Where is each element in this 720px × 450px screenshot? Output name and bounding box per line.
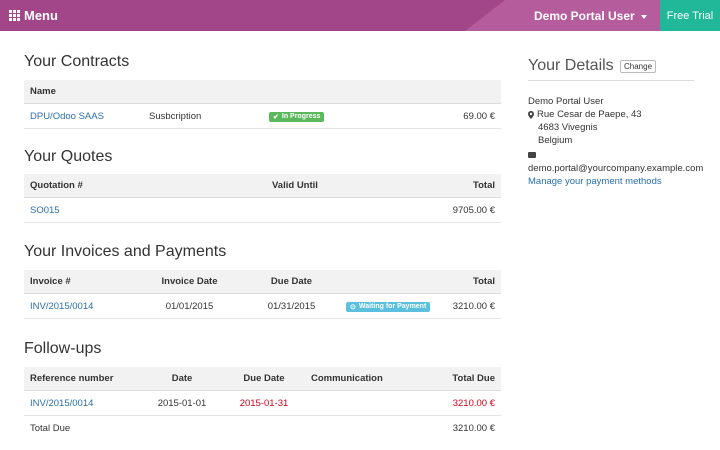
details-title: Your Details <box>528 57 614 74</box>
quote-link[interactable]: SO015 <box>30 205 60 216</box>
details-name: Demo Portal User <box>528 96 604 107</box>
table-row: INV/2015/0014 01/01/2015 01/31/2015 ⊙ Wa… <box>24 293 501 319</box>
user-name: Demo Portal User <box>534 8 635 23</box>
status-badge: ✔ In Progress <box>269 111 325 122</box>
table-row: SO015 9705.00 € <box>24 197 501 223</box>
envelope-icon <box>528 152 536 158</box>
contracts-table: Name DPU/Odoo SAAS Susbcription ✔ In Pro… <box>24 80 501 129</box>
status-badge: ⊙ Waiting for Payment <box>346 301 431 312</box>
followup-due-date: 2015-01-31 <box>223 390 305 416</box>
contract-type: Susbcription <box>143 103 263 129</box>
quote-valid-until <box>266 197 388 223</box>
top-navbar: Menu Demo Portal User Free Trial <box>0 0 720 31</box>
details-city: 4683 Vivegnis <box>538 122 598 133</box>
quotes-header-number: Quotation # <box>24 174 266 198</box>
followup-communication <box>305 390 424 416</box>
followups-title: Follow-ups <box>24 340 102 357</box>
followups-header-total: Total Due <box>423 367 501 391</box>
apps-grid-icon <box>9 10 20 21</box>
invoices-title: Your Invoices and Payments <box>24 243 227 260</box>
quotes-header-valid: Valid Until <box>266 174 388 198</box>
invoice-due-date: 01/31/2015 <box>243 293 340 319</box>
address-row: Rue Cesar de Paepe, 43 <box>528 108 713 121</box>
contract-amount: 69.00 € <box>407 103 501 129</box>
contracts-header-name: Name <box>24 80 501 104</box>
contracts-title: Your Contracts <box>24 53 130 70</box>
invoices-header-number: Invoice # <box>24 270 136 294</box>
total-due-value: 3210.00 € <box>452 422 495 434</box>
table-row: DPU/Odoo SAAS Susbcription ✔ In Progress… <box>24 103 501 129</box>
quotes-table: Quotation # Valid Until Total SO015 9705… <box>24 174 501 223</box>
menu-label: Menu <box>24 8 58 23</box>
menu-button[interactable]: Menu <box>9 0 58 31</box>
invoice-link[interactable]: INV/2015/0014 <box>30 301 93 312</box>
details-street: Rue Cesar de Paepe, 43 <box>537 109 642 120</box>
invoices-header-status <box>340 270 443 294</box>
map-marker-icon <box>528 110 534 119</box>
quotes-header-total: Total <box>387 174 501 198</box>
details-email: demo.portal@yourcompany.example.com <box>528 163 704 174</box>
divider <box>528 80 694 81</box>
manage-payment-link[interactable]: Manage your payment methods <box>528 176 662 187</box>
status-badge-label: Waiting for Payment <box>358 303 427 310</box>
invoice-date: 01/01/2015 <box>136 293 243 319</box>
quotes-title: Your Quotes <box>24 148 113 165</box>
chevron-down-icon <box>640 14 647 19</box>
invoices-header-total: Total <box>442 270 501 294</box>
status-badge-label: In Progress <box>281 113 321 120</box>
email-icon-row <box>528 149 713 162</box>
invoices-table: Invoice # Invoice Date Due Date Total IN… <box>24 270 501 319</box>
followup-total-due: 3210.00 € <box>423 390 501 416</box>
header-accent <box>465 0 505 31</box>
invoice-total: 3210.00 € <box>442 293 501 319</box>
table-row: INV/2015/0014 2015-01-01 2015-01-31 3210… <box>24 390 501 416</box>
total-row: Total Due 3210.00 € <box>24 416 501 441</box>
followup-link[interactable]: INV/2015/0014 <box>30 398 93 409</box>
followups-header-communication: Communication <box>305 367 424 391</box>
followups-header-ref: Reference number <box>24 367 141 391</box>
invoices-header-date: Invoice Date <box>136 270 243 294</box>
details-panel: Demo Portal User Rue Cesar de Paepe, 43 … <box>528 95 713 188</box>
details-country: Belgium <box>538 135 573 146</box>
invoices-header-due: Due Date <box>243 270 340 294</box>
followups-header-due: Due Date <box>223 367 305 391</box>
clock-icon: ⊙ <box>350 303 356 311</box>
followups-table: Reference number Date Due Date Communica… <box>24 367 501 440</box>
change-button[interactable]: Change <box>620 60 657 73</box>
free-trial-button[interactable]: Free Trial <box>660 0 720 31</box>
total-due-label: Total Due <box>30 422 71 434</box>
quote-total: 9705.00 € <box>387 197 501 223</box>
followup-date: 2015-01-01 <box>141 390 223 416</box>
contract-link[interactable]: DPU/Odoo SAAS <box>30 111 104 122</box>
check-icon: ✔ <box>273 113 279 121</box>
followups-header-date: Date <box>141 367 223 391</box>
user-menu-button[interactable]: Demo Portal User <box>534 0 647 31</box>
